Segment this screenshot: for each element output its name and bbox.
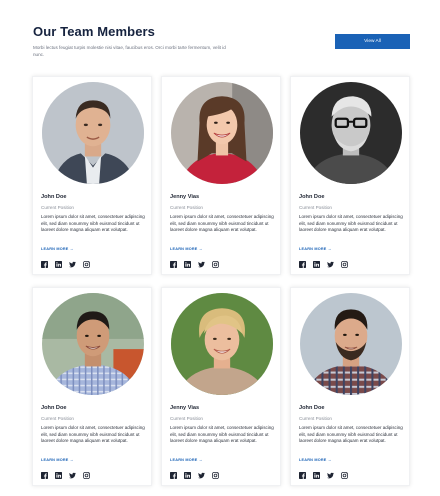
page-title: Our Team Members [33,24,156,39]
member-position: Current Position [41,416,74,421]
member-bio: Lorem ipsum dolor sit amet, consectetuer… [299,425,403,444]
member-bio: Lorem ipsum dolor sit amet, consectetuer… [170,214,274,233]
learn-more-link[interactable]: LEARN MORE → [299,458,332,462]
learn-more-link[interactable]: LEARN MORE → [170,458,203,462]
social-links [299,261,348,268]
member-bio: Lorem ipsum dolor sit amet, consectetuer… [41,214,145,233]
twitter-icon[interactable] [327,261,334,268]
member-position: Current Position [170,416,203,421]
linkedin-icon[interactable] [313,261,320,268]
learn-more-link[interactable]: LEARN MORE → [41,458,74,462]
linkedin-icon[interactable] [184,261,191,268]
facebook-icon[interactable] [41,261,48,268]
instagram-icon[interactable] [83,472,90,479]
team-card: John Doe Current Position Lorem ipsum do… [32,287,152,486]
instagram-icon[interactable] [341,472,348,479]
member-position: Current Position [170,205,203,210]
linkedin-icon[interactable] [55,261,62,268]
learn-more-link[interactable]: LEARN MORE → [41,247,74,251]
man-glasses-bw-portrait-image [300,82,402,184]
woman-blonde-outdoor-portrait-image [171,293,273,395]
woman-red-top-portrait-image [171,82,273,184]
view-all-button[interactable]: View All [335,34,410,49]
member-position: Current Position [299,205,332,210]
man-plaid-shirt-portrait-image [42,293,144,395]
member-photo [42,82,144,184]
member-name: John Doe [41,405,67,411]
instagram-icon[interactable] [212,472,219,479]
member-position: Current Position [299,416,332,421]
twitter-icon[interactable] [327,472,334,479]
twitter-icon[interactable] [69,261,76,268]
facebook-icon[interactable] [170,472,177,479]
team-card: John Doe Current Position Lorem ipsum do… [290,76,410,275]
team-card: John Doe Current Position Lorem ipsum do… [290,287,410,486]
man-beard-plaid-portrait-image [300,293,402,395]
social-links [41,261,90,268]
member-name: Jenny Vias [170,405,200,411]
learn-more-link[interactable]: LEARN MORE → [299,247,332,251]
twitter-icon[interactable] [198,472,205,479]
twitter-icon[interactable] [69,472,76,479]
social-links [41,472,90,479]
member-photo [300,82,402,184]
member-name: John Doe [299,194,325,200]
social-links [299,472,348,479]
facebook-icon[interactable] [41,472,48,479]
member-bio: Lorem ipsum dolor sit amet, consectetuer… [41,425,145,444]
member-photo [171,293,273,395]
member-name: Jenny Vias [170,194,200,200]
facebook-icon[interactable] [299,472,306,479]
member-bio: Lorem ipsum dolor sit amet, consectetuer… [170,425,274,444]
twitter-icon[interactable] [198,261,205,268]
linkedin-icon[interactable] [313,472,320,479]
member-photo [171,82,273,184]
member-photo [42,293,144,395]
instagram-icon[interactable] [341,261,348,268]
member-position: Current Position [41,205,74,210]
facebook-icon[interactable] [299,261,306,268]
instagram-icon[interactable] [83,261,90,268]
linkedin-icon[interactable] [184,472,191,479]
section-subtitle: Morbi lectus feugiat turpis molestie nis… [33,45,226,58]
social-links [170,261,219,268]
man-suit-portrait-image [42,82,144,184]
team-card: Jenny Vias Current Position Lorem ipsum … [161,287,281,486]
team-card: John Doe Current Position Lorem ipsum do… [32,76,152,275]
facebook-icon[interactable] [170,261,177,268]
team-card: Jenny Vias Current Position Lorem ipsum … [161,76,281,275]
member-bio: Lorem ipsum dolor sit amet, consectetuer… [299,214,403,233]
member-name: John Doe [299,405,325,411]
section-header: Our Team Members Morbi lectus feugiat tu… [33,24,413,64]
member-name: John Doe [41,194,67,200]
social-links [170,472,219,479]
member-photo [300,293,402,395]
linkedin-icon[interactable] [55,472,62,479]
instagram-icon[interactable] [212,261,219,268]
learn-more-link[interactable]: LEARN MORE → [170,247,203,251]
